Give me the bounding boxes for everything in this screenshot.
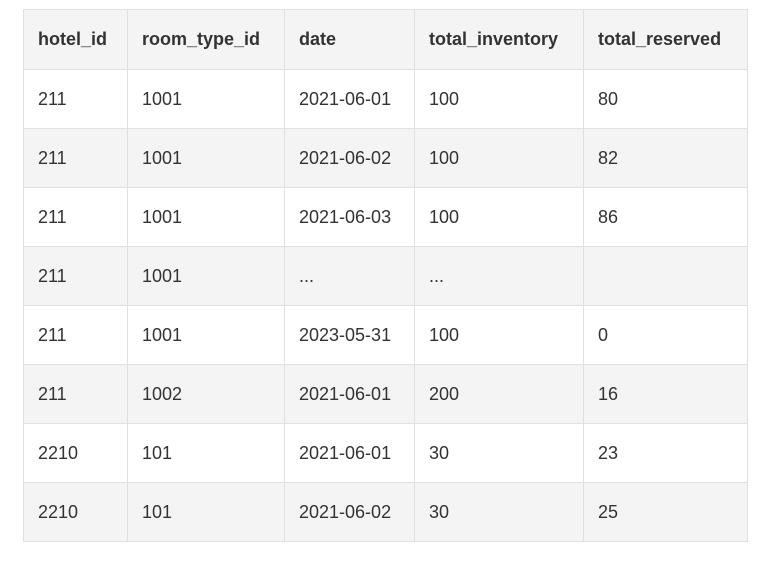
- table-cell: 1001: [127, 128, 285, 188]
- table-cell: 1001: [127, 187, 285, 247]
- table-cell: 2021-06-03: [284, 187, 415, 247]
- table-cell: 101: [127, 482, 285, 542]
- column-header-total-reserved: total_reserved: [583, 9, 748, 70]
- table-cell: 2021-06-01: [284, 364, 415, 424]
- table-header: hotel_id room_type_id date total_invento…: [23, 9, 748, 70]
- table-cell: 16: [583, 364, 748, 424]
- table-cell: 100: [414, 305, 584, 365]
- table-cell: 80: [583, 69, 748, 129]
- table-cell: 211: [23, 128, 128, 188]
- table-cell: ...: [414, 246, 584, 306]
- table-cell: 211: [23, 305, 128, 365]
- column-header-total-inventory: total_inventory: [414, 9, 584, 70]
- table-cell: 30: [414, 482, 584, 542]
- column-header-date: date: [284, 9, 415, 70]
- table-row: 211 1001 2023-05-31 100 0: [23, 305, 748, 365]
- header-row: hotel_id room_type_id date total_invento…: [23, 9, 748, 70]
- table-cell: 82: [583, 128, 748, 188]
- table-cell: 1001: [127, 305, 285, 365]
- table-cell: 1001: [127, 69, 285, 129]
- table-cell: 2021-06-01: [284, 69, 415, 129]
- table-cell: 211: [23, 69, 128, 129]
- column-header-room-type-id: room_type_id: [127, 9, 285, 70]
- table-row: 2210 101 2021-06-02 30 25: [23, 482, 748, 542]
- table-row: 211 1001 2021-06-02 100 82: [23, 128, 748, 188]
- table-cell: 211: [23, 364, 128, 424]
- table-cell: 2021-06-02: [284, 128, 415, 188]
- column-header-hotel-id: hotel_id: [23, 9, 128, 70]
- table-body: 211 1001 2021-06-01 100 80 211 1001 2021…: [23, 69, 748, 542]
- table-row: 211 1001 2021-06-01 100 80: [23, 69, 748, 129]
- table-row: 211 1002 2021-06-01 200 16: [23, 364, 748, 424]
- table-row: 211 1001 2021-06-03 100 86: [23, 187, 748, 247]
- table-cell: 30: [414, 423, 584, 483]
- table-cell: 1001: [127, 246, 285, 306]
- table-cell: 2021-06-01: [284, 423, 415, 483]
- table-cell: 211: [23, 187, 128, 247]
- table-cell: 100: [414, 128, 584, 188]
- table-cell: 2210: [23, 423, 128, 483]
- table-cell: [583, 246, 748, 306]
- table-cell: 2021-06-02: [284, 482, 415, 542]
- table-cell: 200: [414, 364, 584, 424]
- table-cell: 0: [583, 305, 748, 365]
- table-cell: 86: [583, 187, 748, 247]
- table-cell: ...: [284, 246, 415, 306]
- table-cell: 2210: [23, 482, 128, 542]
- table-cell: 100: [414, 187, 584, 247]
- table-cell: 100: [414, 69, 584, 129]
- table-cell: 23: [583, 423, 748, 483]
- table-cell: 211: [23, 246, 128, 306]
- table-cell: 1002: [127, 364, 285, 424]
- inventory-table: hotel_id room_type_id date total_invento…: [23, 9, 748, 542]
- table-cell: 2023-05-31: [284, 305, 415, 365]
- table-cell: 101: [127, 423, 285, 483]
- table-row: 2210 101 2021-06-01 30 23: [23, 423, 748, 483]
- table-row: 211 1001 ... ...: [23, 246, 748, 306]
- table-cell: 25: [583, 482, 748, 542]
